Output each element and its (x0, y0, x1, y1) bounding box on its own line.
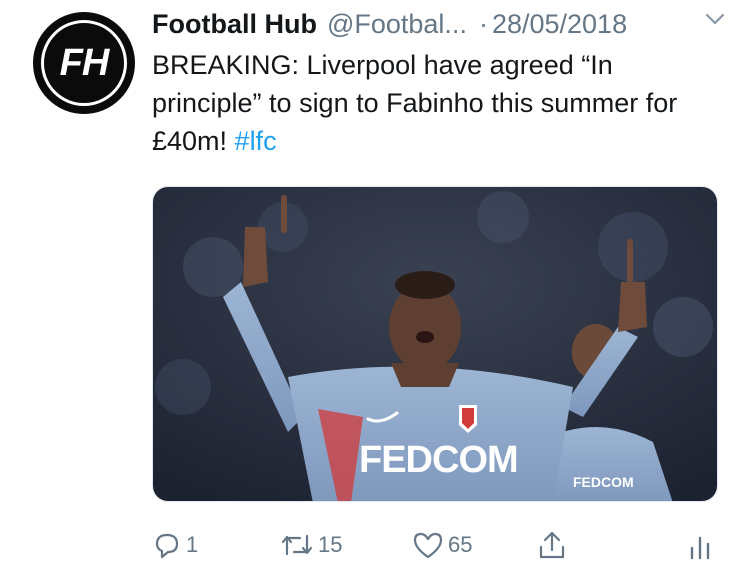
hashtag-link[interactable]: #lfc (235, 126, 277, 156)
heart-icon (412, 530, 444, 560)
reply-icon (152, 530, 182, 560)
share-icon (537, 529, 567, 561)
tweet-text: BREAKING: Liverpool have agreed “In prin… (152, 46, 712, 160)
avatar-monogram: FH (59, 41, 110, 84)
header-separator: · (478, 8, 488, 39)
like-button[interactable]: 65 (412, 522, 472, 568)
reply-count: 1 (186, 532, 199, 557)
tweet-media-photo[interactable]: FEDCOM FEDCOM (152, 186, 718, 502)
share-button[interactable] (537, 522, 567, 568)
svg-text:FEDCOM: FEDCOM (573, 474, 634, 490)
chevron-down-icon[interactable] (702, 6, 728, 32)
retweet-count: 15 (318, 532, 343, 557)
like-count: 65 (448, 532, 473, 557)
tweet-header: Football Hub @Footbal... · 28/05/2018 (152, 6, 742, 42)
analytics-button[interactable] (688, 522, 712, 568)
analytics-icon (688, 530, 712, 560)
avatar[interactable]: FH (33, 12, 135, 114)
jersey-sponsor-text: FEDCOM (359, 439, 518, 481)
tweet-actions: 1 15 65 (0, 522, 750, 568)
tweet-body: BREAKING: Liverpool have agreed “In prin… (152, 50, 678, 156)
reply-button[interactable]: 1 (152, 522, 198, 568)
display-name[interactable]: Football Hub (152, 9, 317, 40)
user-handle[interactable]: @Footbal... (327, 9, 467, 40)
tweet-date[interactable]: 28/05/2018 (492, 9, 627, 40)
retweet-icon (280, 530, 314, 560)
retweet-button[interactable]: 15 (280, 522, 342, 568)
